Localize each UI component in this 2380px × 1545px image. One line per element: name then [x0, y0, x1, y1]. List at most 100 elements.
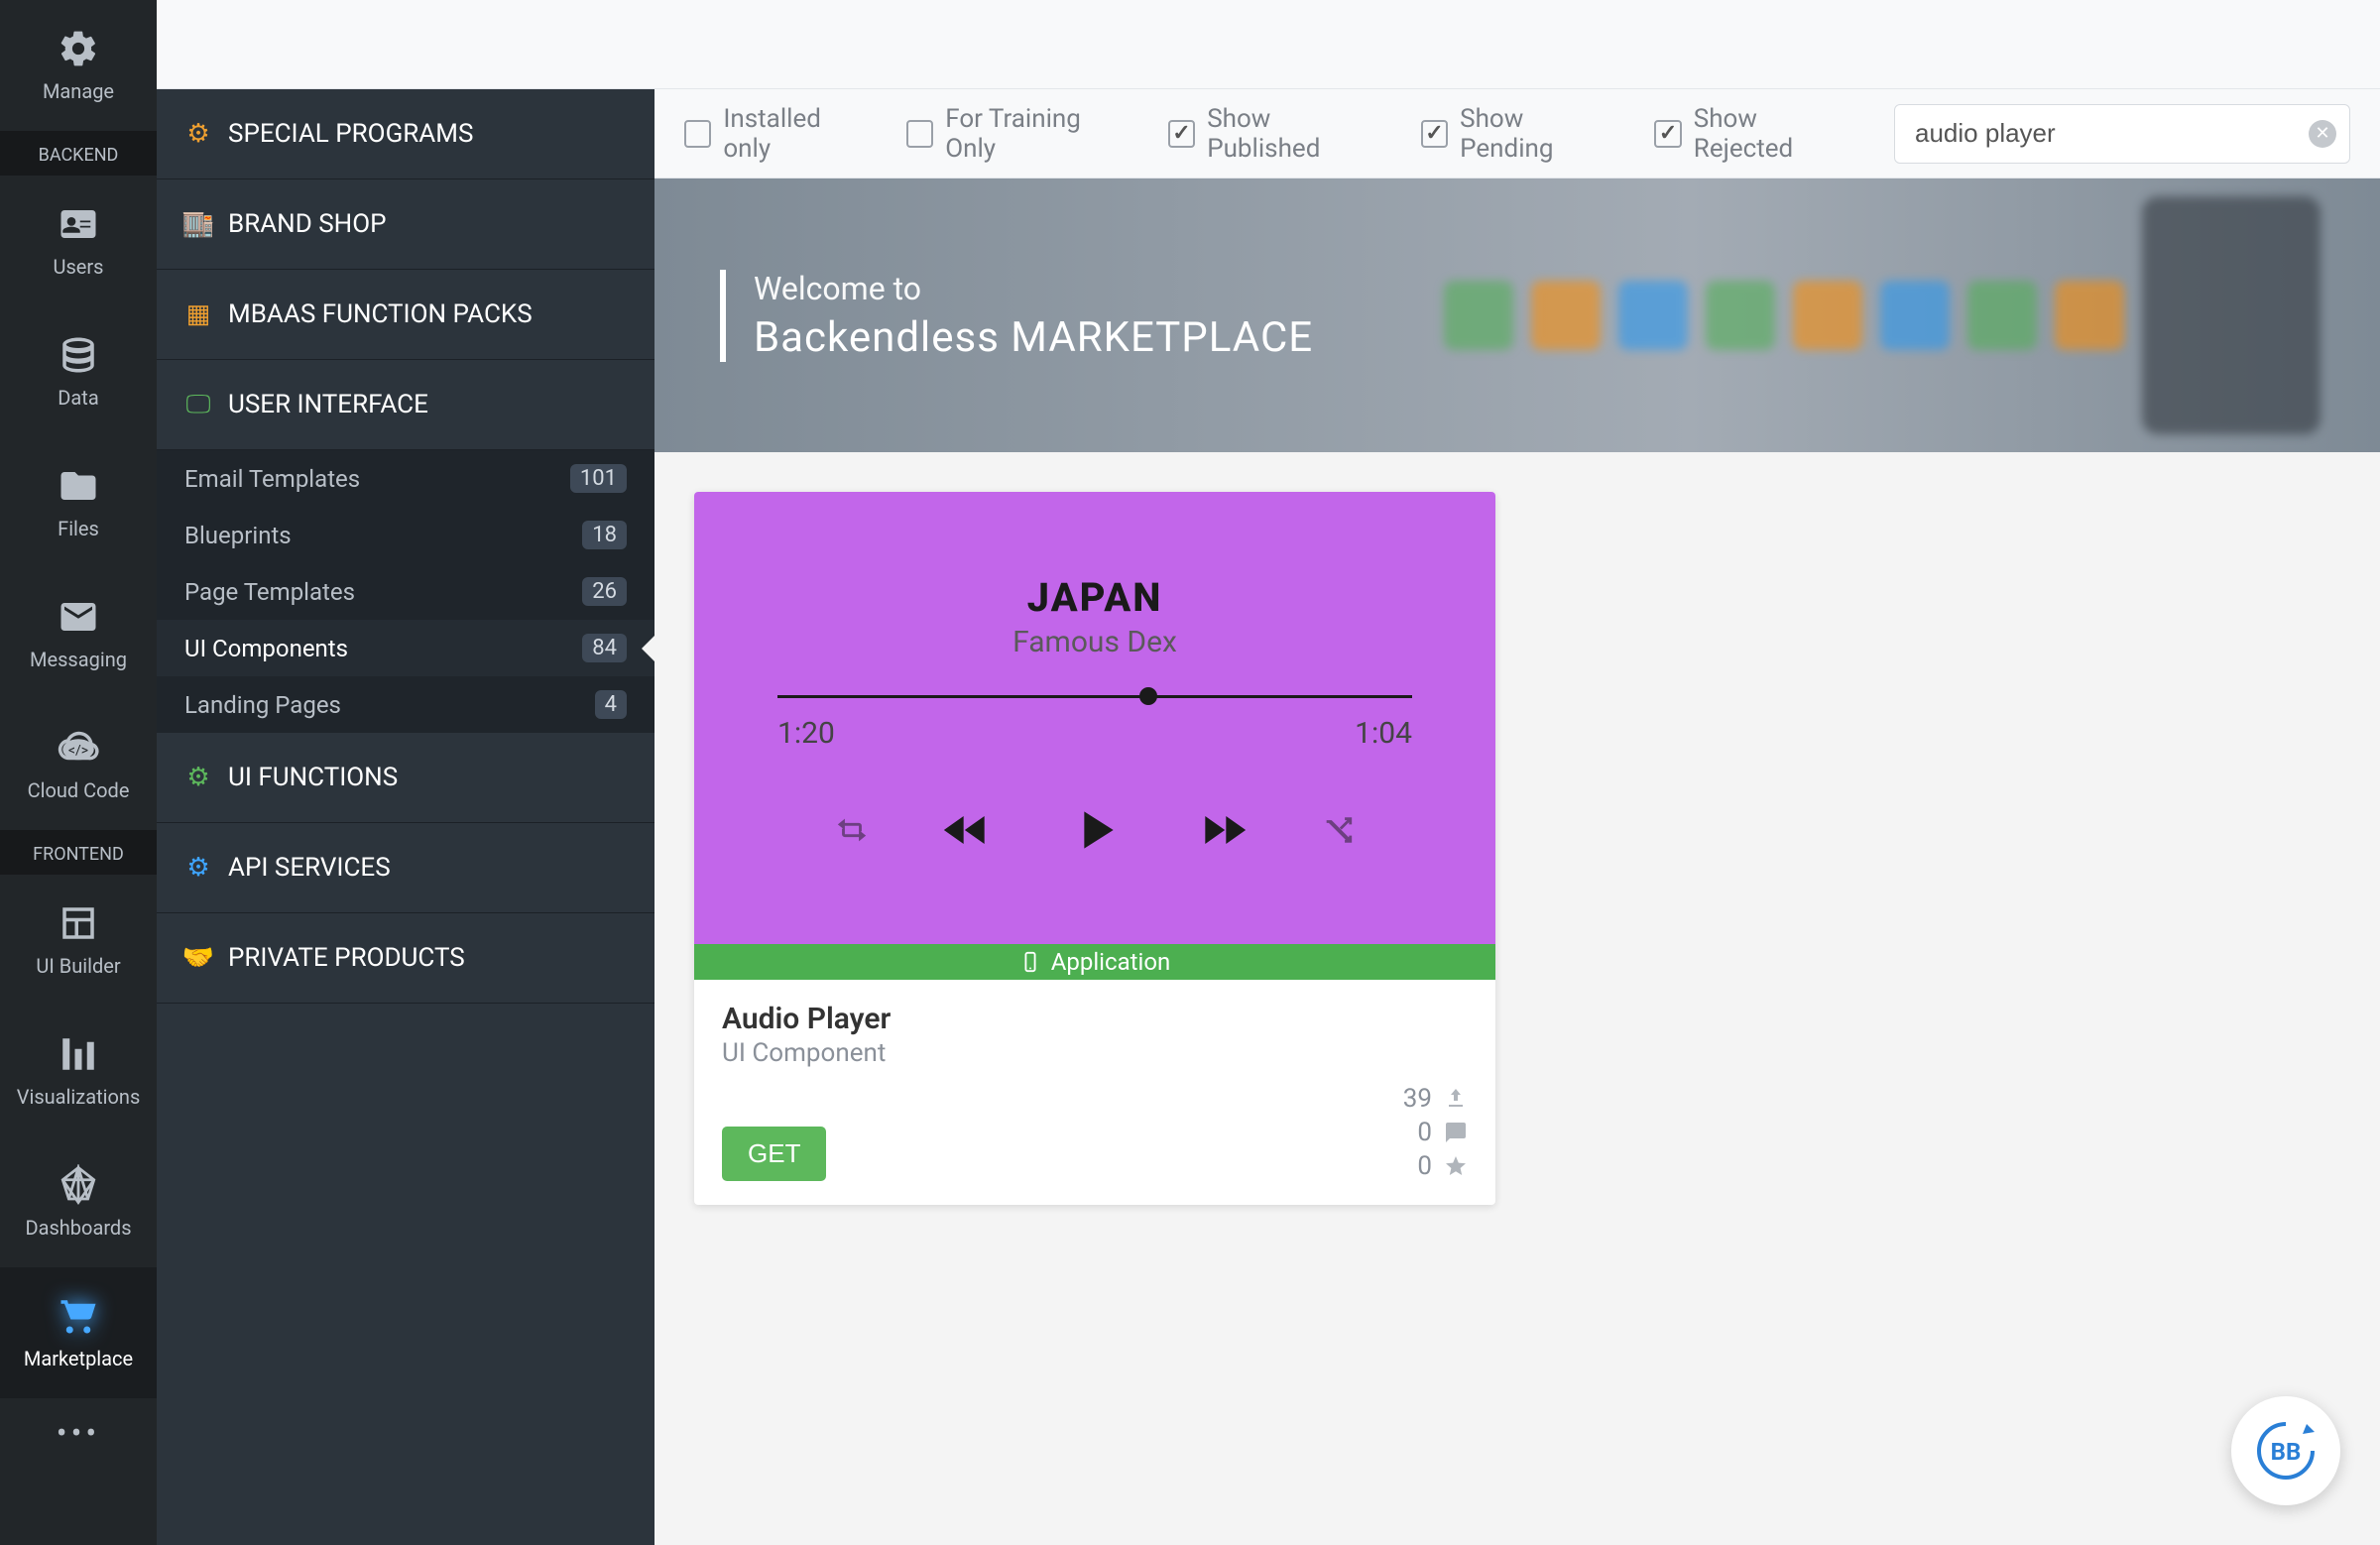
filter-label: Installed only [723, 104, 871, 164]
envelope-icon [58, 596, 99, 638]
clear-search-button[interactable]: ✕ [2309, 120, 2336, 148]
product-title: Audio Player [722, 1002, 1468, 1036]
nav-dashboards[interactable]: Dashboards [0, 1136, 157, 1267]
sub-landing-pages[interactable]: Landing Pages 4 [157, 676, 654, 733]
nav-visualizations[interactable]: Visualizations [0, 1006, 157, 1136]
filter-label: Show Published [1207, 104, 1385, 164]
sub-count: 84 [582, 634, 627, 662]
nav-manage[interactable]: Manage [0, 0, 157, 131]
get-button[interactable]: GET [722, 1127, 826, 1181]
plus-box-icon: ▦ [184, 300, 212, 328]
track-controls [835, 798, 1355, 862]
nav-messaging[interactable]: Messaging [0, 568, 157, 699]
checkbox-icon [1421, 120, 1448, 148]
hero-banner: Welcome to Backendless MARKETPLACE [654, 178, 2380, 452]
product-subtitle: UI Component [722, 1038, 1468, 1068]
search-input[interactable] [1894, 104, 2350, 164]
filter-training-only[interactable]: For Training Only [906, 104, 1132, 164]
nav-label: Users [54, 255, 104, 279]
filter-show-pending[interactable]: Show Pending [1421, 104, 1619, 164]
svg-text:BB: BB [2271, 1438, 2302, 1466]
time-elapsed: 1:20 [777, 716, 835, 751]
sub-page-templates[interactable]: Page Templates 26 [157, 563, 654, 620]
handshake-icon: 🤝 [184, 944, 212, 972]
stat-value: 0 [1417, 1151, 1432, 1181]
filter-label: Show Pending [1460, 104, 1618, 164]
monitor-icon: 🖵 [184, 391, 212, 418]
time-remaining: 1:04 [1355, 716, 1412, 751]
forward-icon [1196, 802, 1251, 858]
category-label: API SERVICES [228, 853, 391, 883]
nav-files[interactable]: Files [0, 437, 157, 568]
id-card-icon [58, 203, 99, 245]
category-label: USER INTERFACE [228, 390, 428, 419]
sub-blueprints[interactable]: Blueprints 18 [157, 507, 654, 563]
icon-sidebar: Manage BACKEND Users Data Files Messagin… [0, 0, 157, 1545]
product-card[interactable]: JAPAN Famous Dex 1:20 1:04 [694, 492, 1495, 1205]
checkbox-icon [1654, 120, 1681, 148]
sub-label: Landing Pages [184, 691, 341, 719]
category-ui-functions[interactable]: ⚙ UI FUNCTIONS [157, 733, 654, 823]
category-brand-shop[interactable]: 🏬 BRAND SHOP [157, 179, 654, 270]
cart-icon [58, 1295, 99, 1337]
nav-label: Files [58, 517, 99, 540]
card-preview: JAPAN Famous Dex 1:20 1:04 [694, 492, 1495, 944]
nav-label: Messaging [30, 648, 127, 671]
filter-show-published[interactable]: Show Published [1168, 104, 1385, 164]
mobile-icon [1019, 951, 1041, 973]
category-private-products[interactable]: 🤝 PRIVATE PRODUCTS [157, 913, 654, 1004]
track-progress: 1:20 1:04 [777, 695, 1412, 751]
category-label: PRIVATE PRODUCTS [228, 943, 465, 973]
stat-value: 0 [1417, 1118, 1432, 1147]
sub-count: 26 [582, 577, 627, 606]
sub-ui-components[interactable]: UI Components 84 [157, 620, 654, 676]
search-wrap: ✕ [1894, 104, 2350, 164]
shuffle-icon [1321, 813, 1355, 847]
card-body: Audio Player UI Component GET 39 0 [694, 980, 1495, 1205]
nav-label: Marketplace [24, 1347, 133, 1370]
folder-icon [58, 465, 99, 507]
category-mbaas-packs[interactable]: ▦ MBAAS FUNCTION PACKS [157, 270, 654, 360]
store-icon: 🏬 [184, 210, 212, 238]
stat-comments: 0 [1403, 1118, 1468, 1147]
checkbox-icon [906, 120, 933, 148]
database-icon [58, 334, 99, 376]
svg-text:</>: </> [68, 743, 88, 759]
help-fab[interactable]: BB [2231, 1396, 2340, 1505]
nav-label: Data [58, 386, 98, 410]
category-user-interface[interactable]: 🖵 USER INTERFACE [157, 360, 654, 450]
rewind-icon [938, 802, 994, 858]
sub-email-templates[interactable]: Email Templates 101 [157, 450, 654, 507]
nav-label: Dashboards [25, 1216, 131, 1240]
nav-marketplace[interactable]: Marketplace [0, 1267, 157, 1398]
nav-cloud-code[interactable]: </> Cloud Code [0, 699, 157, 830]
sub-label: UI Components [184, 635, 348, 662]
cloud-code-icon: </> [58, 727, 99, 769]
track-artist: Famous Dex [1012, 625, 1177, 659]
sub-label: Page Templates [184, 578, 355, 606]
stat-stars: 0 [1403, 1151, 1468, 1181]
category-label: SPECIAL PROGRAMS [228, 119, 473, 149]
category-special-programs[interactable]: ⚙ SPECIAL PROGRAMS [157, 89, 654, 179]
filter-show-rejected[interactable]: Show Rejected [1654, 104, 1858, 164]
nav-label: Manage [43, 79, 114, 103]
category-api-services[interactable]: ⚙ API SERVICES [157, 823, 654, 913]
download-icon [1444, 1087, 1468, 1111]
more-menu[interactable]: ••• [0, 1398, 157, 1468]
nav-users[interactable]: Users [0, 176, 157, 306]
chart-icon [58, 1033, 99, 1075]
section-frontend: FRONTEND [0, 830, 157, 875]
section-backend: BACKEND [0, 131, 157, 176]
repeat-icon [835, 813, 869, 847]
product-stats: 39 0 0 [1403, 1084, 1468, 1181]
nav-data[interactable]: Data [0, 306, 157, 437]
main-area: Marketplace Installed only For Training … [654, 0, 2380, 1545]
gears-icon: ⚙ [184, 764, 212, 791]
gear-icon [58, 28, 99, 69]
nav-label: Visualizations [17, 1085, 141, 1109]
filter-label: Show Rejected [1694, 104, 1858, 164]
filter-installed-only[interactable]: Installed only [684, 104, 871, 164]
nav-ui-builder[interactable]: UI Builder [0, 875, 157, 1006]
nav-label: UI Builder [36, 954, 120, 978]
filter-label: For Training Only [945, 104, 1132, 164]
